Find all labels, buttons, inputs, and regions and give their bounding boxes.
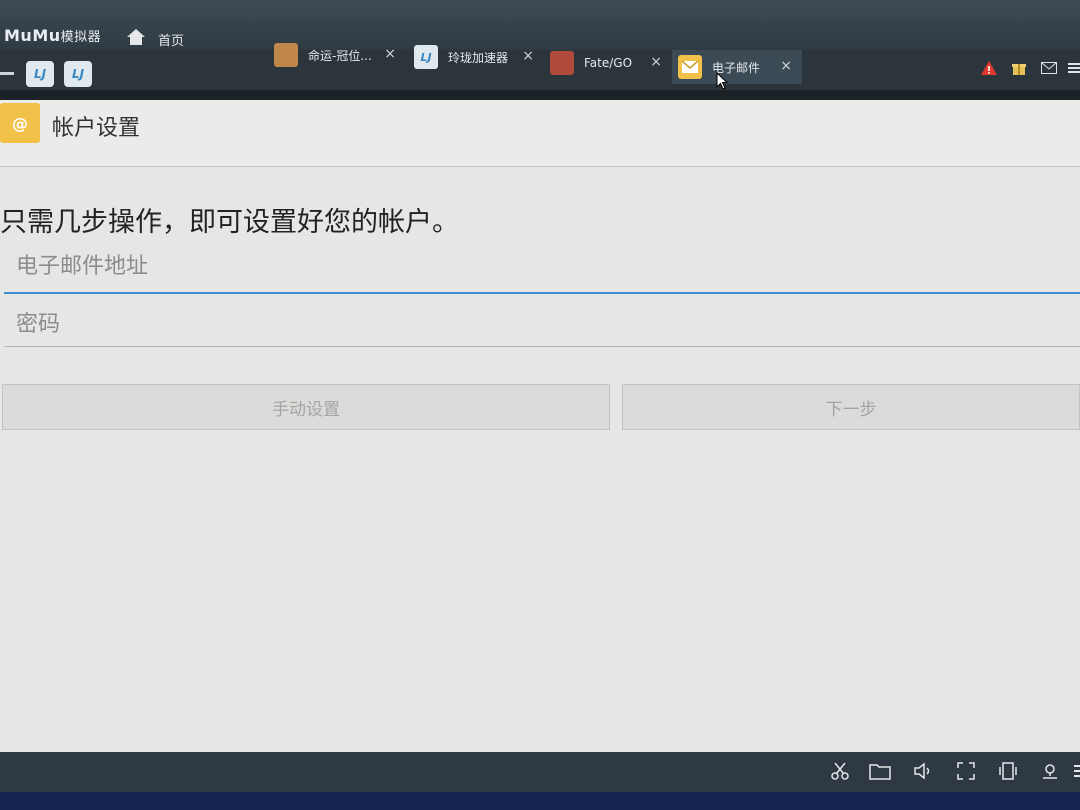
tab-label: 玲珑加速器 [448, 50, 509, 65]
close-icon[interactable]: × [384, 46, 396, 62]
tab-label: Fate/GO [584, 56, 633, 70]
ll-accelerator-icon: LJ [414, 45, 438, 69]
quick-launch-button-2[interactable]: LJ [64, 61, 92, 87]
rotate-screen-icon[interactable] [996, 760, 1020, 782]
home-label: 首页 [158, 33, 185, 49]
close-icon[interactable]: × [780, 58, 792, 74]
emulator-screen: MuMu模拟器 首页 命运-冠位... × LJ 玲珑加速器 × Fate/GO… [0, 0, 1080, 810]
back-icon[interactable] [0, 72, 14, 75]
home-icon [126, 28, 146, 50]
brand-name: MuMu [4, 26, 61, 45]
tab-fate-go[interactable]: Fate/GO × [544, 46, 672, 80]
app-header [0, 100, 1080, 167]
tab-email[interactable]: 电子邮件 × [672, 50, 802, 84]
email-app-icon: @ [0, 103, 40, 143]
close-icon[interactable]: × [522, 48, 534, 64]
mouse-cursor-icon [716, 71, 729, 94]
email-field-underline [4, 292, 1080, 294]
gift-icon[interactable] [1010, 60, 1028, 76]
quick-launch-button-1[interactable]: LJ [26, 61, 54, 87]
fullscreen-icon[interactable] [954, 760, 978, 782]
menu-icon[interactable] [1066, 60, 1080, 76]
password-field[interactable] [4, 304, 1080, 344]
home-tab[interactable]: 首页 [126, 28, 184, 50]
brand-logo: MuMu模拟器 [4, 26, 101, 45]
tab-label: 命运-冠位... [308, 48, 372, 63]
email-app-icon [678, 55, 702, 79]
page-title: 帐户设置 [52, 116, 141, 141]
close-icon[interactable]: × [650, 54, 662, 70]
game-thumb-icon [550, 51, 574, 75]
folder-icon[interactable] [868, 760, 892, 782]
setup-instructions: 只需几步操作，即可设置好您的帐户。 [0, 207, 459, 238]
screenshot-scissors-icon[interactable] [828, 760, 852, 782]
tab-fgo-cn[interactable]: 命运-冠位... × [268, 38, 406, 72]
volume-icon[interactable] [912, 760, 936, 782]
warning-icon[interactable] [980, 60, 998, 76]
password-field-underline [4, 346, 1080, 347]
more-menu-icon[interactable] [1068, 760, 1080, 782]
brand-suffix: 模拟器 [60, 30, 102, 45]
next-button[interactable]: 下一步 [622, 384, 1080, 430]
mail-icon[interactable] [1040, 60, 1058, 76]
desktop-taskbar [0, 792, 1080, 810]
game-thumb-icon [274, 43, 298, 67]
location-icon[interactable] [1038, 760, 1062, 782]
email-field[interactable] [4, 246, 1080, 286]
tab-ll-accelerator[interactable]: LJ 玲珑加速器 × [408, 40, 544, 74]
manual-setup-button[interactable]: 手动设置 [2, 384, 610, 430]
